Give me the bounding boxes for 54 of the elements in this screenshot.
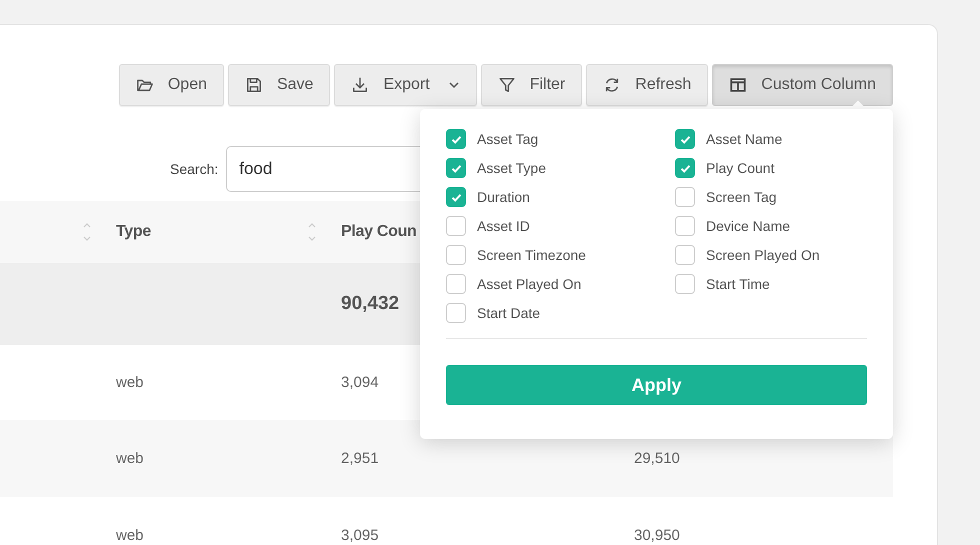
filter-icon	[498, 76, 516, 94]
check-icon	[680, 134, 690, 144]
checkbox[interactable]	[675, 274, 695, 294]
checkbox[interactable]	[446, 158, 466, 178]
toolbar-button[interactable]: Filter	[480, 64, 582, 106]
checkbox-label[interactable]: Device Name	[706, 218, 790, 234]
column-header[interactable]: Play Coun	[341, 223, 417, 241]
checkbox[interactable]	[446, 274, 466, 294]
table-cell: web	[116, 527, 144, 544]
checkbox[interactable]	[675, 245, 695, 265]
checkbox[interactable]	[446, 216, 466, 236]
checkbox[interactable]	[446, 187, 466, 207]
toolbar-button[interactable]: Open	[118, 64, 224, 106]
columns-icon	[729, 76, 748, 94]
download-icon	[351, 76, 370, 94]
save-icon	[244, 76, 263, 94]
check-icon	[450, 162, 462, 174]
sort-icon[interactable]	[307, 221, 317, 243]
checkbox-label[interactable]: Asset Tag	[477, 131, 538, 147]
table-cell: web	[116, 374, 144, 391]
toolbar-button[interactable]: Custom Column	[712, 64, 893, 106]
table-cell: 3,094	[341, 374, 379, 391]
checkbox[interactable]	[675, 187, 695, 207]
checkbox[interactable]	[675, 216, 695, 236]
checkbox-label[interactable]: Duration	[477, 189, 530, 205]
checkbox[interactable]	[446, 245, 466, 265]
table-cell: 3,095	[341, 527, 379, 544]
toolbar-button[interactable]: Refresh	[586, 64, 708, 106]
toolbar-button[interactable]: Save	[228, 64, 330, 106]
table-cell: web	[116, 450, 144, 467]
checkbox[interactable]	[675, 158, 695, 178]
checkbox-label[interactable]: Start Time	[706, 276, 770, 292]
check-icon	[450, 134, 462, 144]
total-value: 90,432	[341, 293, 400, 315]
table-cell: 2,951	[341, 450, 379, 467]
checkbox[interactable]	[446, 303, 466, 323]
search-label: Search:	[170, 161, 218, 177]
checkbox-label[interactable]: Screen Timezone	[477, 247, 586, 263]
checkbox-label[interactable]: Asset ID	[477, 218, 530, 234]
checkbox-label[interactable]: Play Count	[706, 160, 774, 176]
check-icon	[680, 162, 690, 174]
checkbox[interactable]	[446, 129, 466, 149]
checkbox[interactable]	[675, 129, 695, 149]
checkbox-label[interactable]: Screen Tag	[706, 189, 777, 205]
checkbox-label[interactable]: Start Date	[477, 305, 540, 321]
sort-icon[interactable]	[82, 221, 92, 243]
toolbar-button[interactable]: Export	[334, 64, 477, 106]
checkbox-label[interactable]: Screen Played On	[706, 247, 820, 263]
table-cell: 29,510	[634, 450, 680, 467]
table-cell: 30,950	[634, 527, 680, 544]
checkbox-label[interactable]: Asset Played On	[477, 276, 582, 292]
check-icon	[450, 192, 462, 202]
column-header[interactable]: Type	[116, 223, 151, 241]
checkbox-label[interactable]: Asset Name	[706, 131, 782, 147]
